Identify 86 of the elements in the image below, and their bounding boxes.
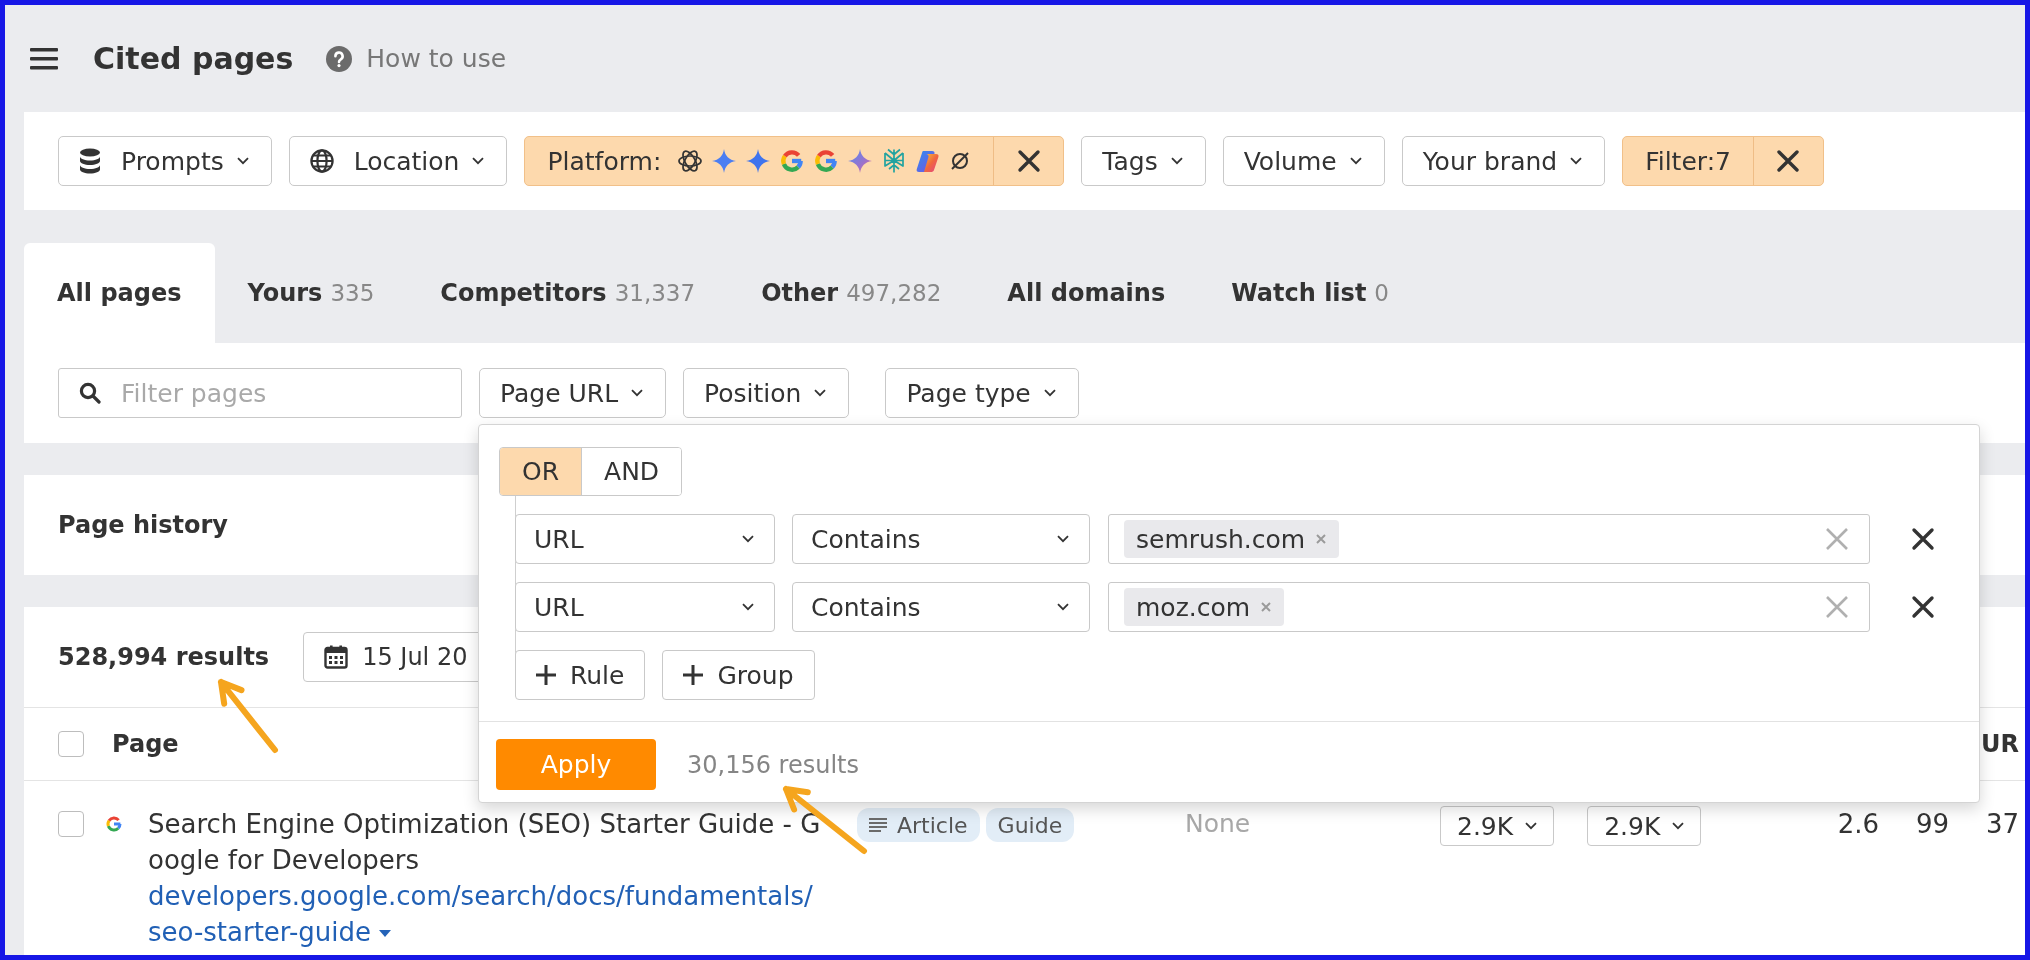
filter-dropdown[interactable]: Location [288, 136, 508, 186]
g-logo-icon [813, 148, 840, 174]
chevron-down-icon [1672, 822, 1685, 830]
g-logo-icon [105, 815, 123, 833]
applied-filter-button[interactable]: Filter:7 [1623, 137, 1753, 185]
select-all-checkbox[interactable] [58, 731, 84, 757]
applied-filter-button[interactable]: Platform: [525, 137, 994, 185]
field-dropdown[interactable]: URL [515, 582, 775, 632]
tab[interactable]: Watch list 0 [1198, 243, 1422, 343]
value-dropdown[interactable]: 2.9K [1587, 806, 1702, 846]
filter-dropdown[interactable]: Prompts [58, 136, 272, 186]
filter-dropdown[interactable]: Page URL [479, 368, 667, 418]
atom-icon [677, 148, 704, 174]
section-title: Page history [58, 511, 228, 539]
value-field[interactable]: semrush.com [1108, 514, 1870, 564]
calendar-icon [324, 645, 349, 669]
table-cell-text: None [1185, 808, 1252, 840]
filter-dropdown[interactable]: Position [683, 368, 850, 418]
caret-down-icon [379, 929, 391, 938]
result-count: 30,156 results [687, 750, 859, 779]
results-count: 528,994 results [58, 643, 270, 671]
clear-icon[interactable] [1825, 527, 1849, 551]
chevron-down-icon [1043, 389, 1056, 397]
filter-dropdown[interactable]: Volume [1222, 136, 1385, 186]
clear-icon[interactable] [1825, 595, 1849, 619]
value-field[interactable]: moz.com [1108, 582, 1870, 632]
value-chip[interactable]: semrush.com [1124, 520, 1340, 558]
logic-option[interactable]: AND [581, 448, 682, 495]
slashed-circle-icon [949, 150, 972, 172]
table-cell-text: 37 [1984, 808, 2019, 841]
logic-option[interactable]: OR [500, 448, 582, 495]
row-checkbox[interactable] [58, 811, 84, 837]
table-cell-text: 99 [1914, 808, 1949, 841]
chevron-down-icon [1570, 157, 1583, 165]
tab[interactable]: Other 497,282 [728, 243, 975, 343]
chevron-down-icon [814, 389, 827, 397]
close-icon [1776, 149, 1801, 173]
page-url-link[interactable]: developers.google.com/search/docs/fundamentals/seo-starter-guide [148, 878, 819, 950]
field-dropdown[interactable]: URL [515, 514, 775, 564]
add-button[interactable]: Rule [515, 650, 646, 700]
plus-icon [536, 665, 556, 685]
chevron-down-icon [1170, 157, 1183, 165]
remove-icon[interactable] [1315, 533, 1328, 545]
chevron-down-icon [631, 389, 644, 397]
close-icon [1911, 595, 1935, 619]
g-logo-icon [779, 148, 806, 174]
operator-dropdown[interactable]: Contains [792, 514, 1090, 564]
chevron-down-icon [472, 157, 485, 165]
filter-dropdown[interactable]: Your brand [1401, 136, 1606, 186]
value-chip[interactable]: moz.com [1124, 588, 1285, 626]
chevron-down-icon [1057, 535, 1069, 543]
chevron-down-icon [742, 535, 754, 543]
tab[interactable]: All pages [24, 243, 215, 343]
tab[interactable]: All domains [974, 243, 1199, 343]
globe-icon [309, 149, 334, 173]
search-icon [79, 382, 101, 404]
screen-title: Cited pages [93, 41, 294, 76]
column-header[interactable]: UR [1981, 730, 2019, 758]
search-field[interactable]: Filter pages [58, 368, 462, 418]
tag-label: Article [897, 812, 968, 838]
help-icon [326, 45, 353, 72]
menu-icon[interactable] [30, 47, 58, 70]
help-link[interactable]: How to use [326, 44, 507, 73]
tag-label: Guide [997, 812, 1063, 838]
database-icon [79, 148, 101, 174]
table-cell-text: 2.6 [1836, 808, 1879, 841]
operator-dropdown[interactable]: Contains [792, 582, 1090, 632]
filter-dropdown[interactable]: Page type [885, 368, 1079, 418]
chevron-down-icon [1057, 603, 1069, 611]
remove-rule-button[interactable] [1911, 527, 1935, 551]
remove-rule-button[interactable] [1911, 595, 1935, 619]
lines-icon [869, 818, 887, 832]
value-dropdown[interactable]: 2.9K [1440, 806, 1555, 846]
chevron-down-icon [1349, 157, 1362, 165]
add-button[interactable]: Group [662, 650, 815, 700]
close-icon [1016, 149, 1041, 173]
column-header[interactable]: Page [112, 730, 179, 758]
plus-icon [683, 665, 704, 685]
chevron-down-icon [742, 603, 754, 611]
tab[interactable]: Yours 335 [214, 243, 408, 343]
remove-icon[interactable] [1260, 601, 1273, 613]
tab[interactable]: Competitors 31,337 [407, 243, 729, 343]
chevron-down-icon [1525, 822, 1538, 830]
filter-dropdown[interactable]: Tags [1081, 136, 1206, 186]
chevron-down-icon [236, 157, 249, 165]
close-icon [1911, 527, 1935, 551]
